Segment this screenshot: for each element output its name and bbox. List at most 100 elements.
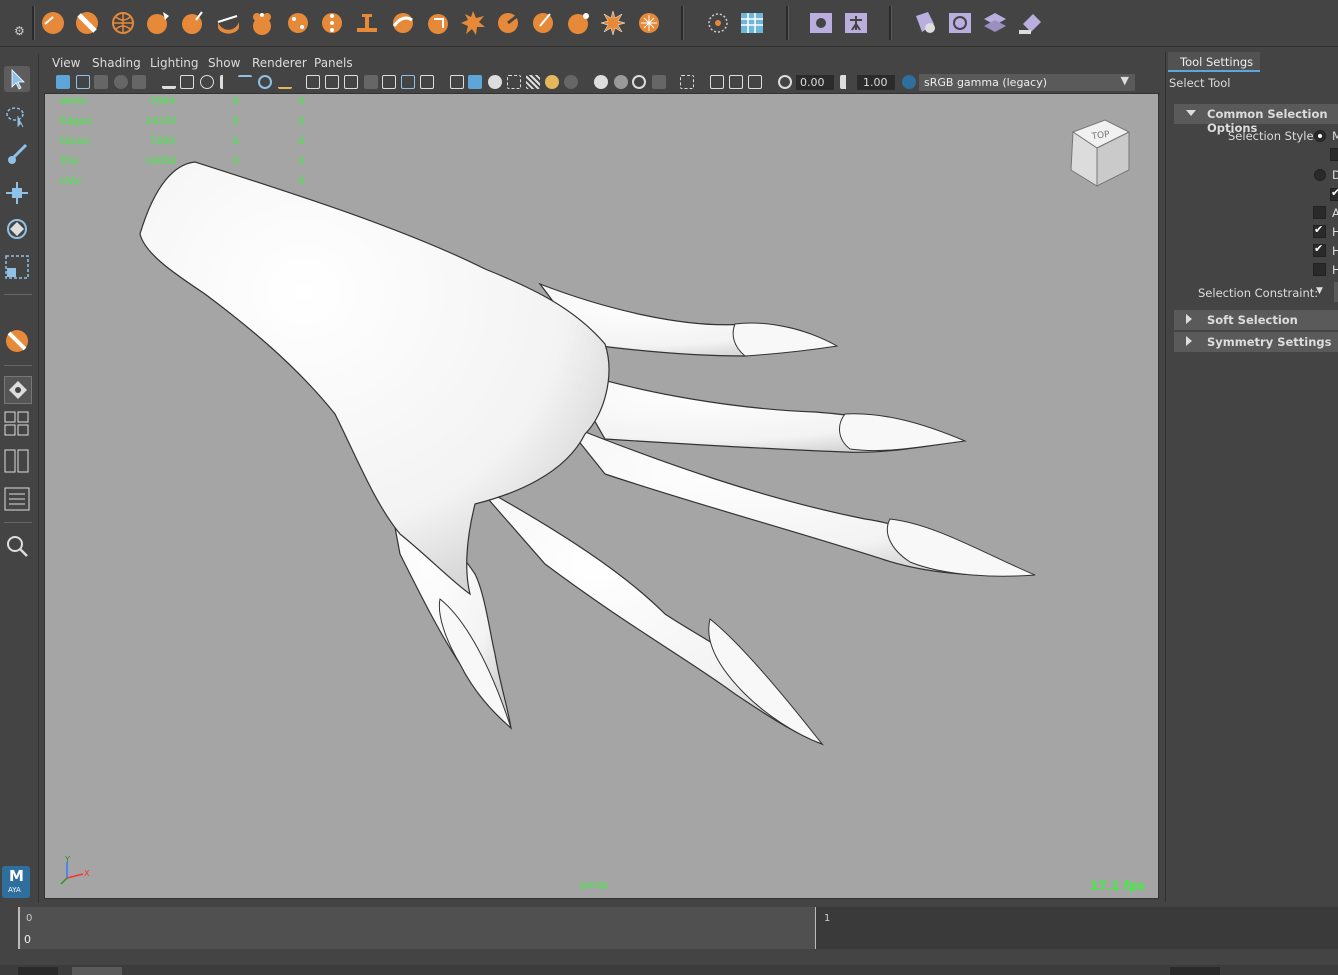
paint-skin-icon[interactable] bbox=[912, 10, 938, 36]
grease-pencil-icon[interactable] bbox=[162, 75, 176, 89]
shelf-settings[interactable]: ⚙ bbox=[4, 2, 34, 46]
bridge-icon[interactable] bbox=[390, 10, 416, 36]
resolution-gate-icon[interactable] bbox=[200, 75, 214, 89]
mirror-icon[interactable] bbox=[600, 10, 626, 36]
use-lights-icon[interactable] bbox=[526, 75, 540, 89]
option-checkbox-h2[interactable] bbox=[1313, 242, 1326, 257]
gamma-field[interactable]: 1.00 bbox=[857, 75, 895, 90]
bookmark-flag-icon[interactable] bbox=[220, 75, 234, 89]
snapshot-icon[interactable] bbox=[180, 75, 194, 89]
grid-icon[interactable] bbox=[306, 75, 320, 89]
two-d-pan-icon[interactable] bbox=[132, 75, 146, 89]
section-symmetry-settings[interactable]: Symmetry Settings bbox=[1174, 332, 1338, 352]
wire-on-shaded-icon[interactable] bbox=[488, 75, 502, 89]
range-end-field[interactable] bbox=[1170, 967, 1220, 975]
hand-mesh[interactable] bbox=[45, 94, 1159, 899]
wedge-icon[interactable] bbox=[460, 10, 486, 36]
film-gate-icon[interactable] bbox=[238, 75, 252, 89]
shadows-icon[interactable] bbox=[564, 75, 578, 89]
range-slider[interactable] bbox=[0, 965, 1338, 975]
menu-panels[interactable]: Panels bbox=[314, 56, 353, 70]
smooth-shade-icon[interactable] bbox=[468, 75, 482, 89]
separate-icon[interactable] bbox=[285, 10, 311, 36]
two-view-layout-button[interactable] bbox=[4, 448, 30, 474]
exposure-field[interactable]: 0.00 bbox=[796, 75, 834, 90]
section-soft-selection[interactable]: Soft Selection bbox=[1174, 310, 1338, 330]
isolate-select-icon[interactable] bbox=[680, 75, 694, 89]
depth-of-field-icon[interactable] bbox=[652, 75, 666, 89]
color-space-dropdown[interactable]: sRGB gamma (legacy) ▼ bbox=[919, 74, 1135, 91]
camera-attributes-icon[interactable] bbox=[76, 75, 90, 89]
render-view-icon[interactable] bbox=[808, 10, 834, 36]
zoom-button[interactable] bbox=[4, 533, 30, 559]
overscan-icon[interactable] bbox=[382, 75, 396, 89]
field-chart-icon[interactable] bbox=[258, 75, 272, 89]
xray-icon[interactable] bbox=[710, 75, 724, 89]
uv-editor-icon[interactable] bbox=[705, 10, 731, 36]
extrude-icon[interactable] bbox=[354, 10, 380, 36]
option-checkbox-a[interactable] bbox=[1313, 206, 1326, 219]
layers-icon[interactable] bbox=[982, 10, 1008, 36]
fill-hole-icon[interactable] bbox=[495, 10, 521, 36]
lasso-tool-button[interactable] bbox=[4, 104, 30, 130]
menu-show[interactable]: Show bbox=[208, 56, 240, 70]
last-tool-button[interactable] bbox=[4, 328, 30, 354]
menu-renderer[interactable]: Renderer bbox=[252, 56, 307, 70]
move-tool-button[interactable] bbox=[4, 180, 30, 206]
section-common-selection[interactable]: Common Selection Options bbox=[1174, 104, 1338, 135]
poly-cone-icon[interactable] bbox=[145, 10, 171, 36]
safe-action-icon[interactable] bbox=[325, 75, 339, 89]
selection-style-radio-1[interactable] bbox=[1314, 130, 1326, 142]
selection-style-radio-2[interactable] bbox=[1314, 169, 1326, 181]
target-weld-icon[interactable] bbox=[566, 10, 592, 36]
four-view-layout-button[interactable] bbox=[4, 410, 30, 436]
uv-grid-icon[interactable] bbox=[739, 10, 765, 36]
eraser-icon[interactable] bbox=[1017, 10, 1043, 36]
menu-lighting[interactable]: Lighting bbox=[150, 56, 199, 70]
option-checkbox-h1[interactable] bbox=[1313, 223, 1326, 238]
light-bulb-icon[interactable] bbox=[545, 75, 559, 89]
tab-tool-settings[interactable]: Tool Settings bbox=[1168, 52, 1260, 72]
anti-aliasing-icon[interactable] bbox=[632, 75, 646, 89]
image-plane-icon[interactable] bbox=[114, 75, 128, 89]
poly-sphere-icon[interactable] bbox=[40, 10, 66, 36]
poly-cylinder-icon[interactable] bbox=[110, 10, 136, 36]
motion-blur-icon[interactable] bbox=[614, 75, 628, 89]
bevel-icon[interactable] bbox=[425, 10, 451, 36]
text-icon[interactable] bbox=[420, 75, 434, 89]
safe-title-icon[interactable] bbox=[344, 75, 358, 89]
backface-cull-icon[interactable] bbox=[748, 75, 762, 89]
gear-icon[interactable]: ⚙ bbox=[14, 24, 25, 38]
combine-icon[interactable] bbox=[249, 10, 275, 36]
selection-checkbox-checked[interactable] bbox=[1330, 186, 1338, 201]
outliner-layout-button[interactable] bbox=[4, 486, 30, 512]
gate-mask-icon[interactable] bbox=[364, 75, 378, 89]
pencil-icon[interactable] bbox=[278, 75, 292, 89]
menu-shading[interactable]: Shading bbox=[92, 56, 141, 70]
color-management-icon[interactable] bbox=[902, 75, 916, 89]
option-checkbox-h3[interactable] bbox=[1313, 263, 1326, 276]
chevron-down-icon[interactable]: ▼ bbox=[1316, 286, 1323, 296]
merge-icon[interactable] bbox=[530, 10, 556, 36]
select-camera-icon[interactable] bbox=[56, 75, 70, 89]
ambient-occlusion-icon[interactable] bbox=[594, 75, 608, 89]
smooth-icon[interactable] bbox=[319, 10, 345, 36]
bind-skin-icon[interactable] bbox=[947, 10, 973, 36]
xray-joints-icon[interactable] bbox=[729, 75, 743, 89]
two-d-transform-icon[interactable] bbox=[401, 75, 415, 89]
rotate-tool-button[interactable] bbox=[4, 216, 30, 242]
select-tool-button[interactable] bbox=[4, 66, 30, 92]
single-view-layout-button[interactable] bbox=[4, 376, 32, 404]
gamma-icon[interactable] bbox=[840, 75, 854, 89]
selection-checkbox[interactable] bbox=[1330, 148, 1338, 161]
poly-plane-icon[interactable] bbox=[215, 10, 241, 36]
range-handle[interactable] bbox=[72, 967, 122, 975]
menu-view[interactable]: View bbox=[52, 56, 80, 70]
cleanup-icon[interactable] bbox=[636, 10, 662, 36]
exposure-icon[interactable] bbox=[778, 75, 792, 89]
textured-icon[interactable] bbox=[507, 75, 521, 89]
poly-torus-icon[interactable] bbox=[180, 10, 206, 36]
poly-cube-icon[interactable] bbox=[74, 10, 100, 36]
bookmarks-icon[interactable] bbox=[94, 75, 108, 89]
hypershade-icon[interactable] bbox=[843, 10, 869, 36]
